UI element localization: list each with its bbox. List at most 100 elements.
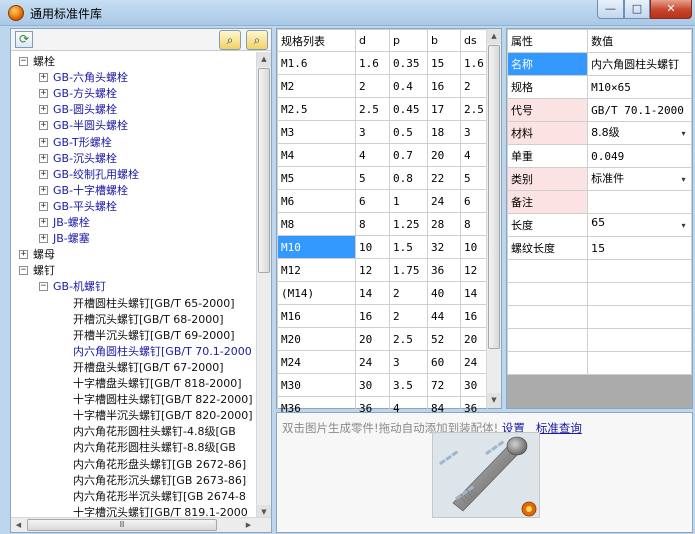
property-value[interactable]: 0.049 (587, 144, 692, 168)
standard-query-link[interactable]: 标准查询 (536, 421, 582, 435)
property-row[interactable] (506, 305, 692, 329)
spec-row[interactable]: M1.6 1.6 0.35 15 1.6 (277, 51, 488, 75)
tree-horizontal-scrollbar[interactable]: ◀ Ⅲ ▶ (11, 517, 271, 532)
spec-row[interactable]: M3 3 0.5 18 3 (277, 120, 488, 144)
expand-icon[interactable]: + (39, 89, 48, 99)
spec-name-cell[interactable]: M6 (277, 189, 356, 213)
property-row[interactable]: 规格 M10×65 (506, 75, 692, 99)
property-value[interactable] (587, 259, 692, 283)
spec-row[interactable]: M2 2 0.4 16 2 (277, 74, 488, 98)
scroll-right-icon[interactable]: ▶ (241, 518, 256, 532)
collapse-icon[interactable]: − (19, 57, 28, 66)
zoom-in-icon[interactable]: ⌕ (219, 30, 241, 50)
spec-name-cell[interactable]: M4 (277, 143, 356, 167)
scroll-up-icon[interactable]: ▲ (257, 52, 271, 67)
collapse-icon[interactable]: − (39, 282, 48, 292)
dropdown-arrow-icon[interactable]: ▾ (677, 169, 690, 189)
property-value[interactable]: ▾ 8.8级 (587, 121, 692, 145)
spec-name-cell[interactable]: M16 (277, 304, 356, 328)
spec-column-header[interactable]: p (389, 29, 428, 52)
property-value[interactable] (587, 305, 692, 329)
property-row[interactable] (506, 351, 692, 375)
property-row[interactable]: 类别 ▾ 标准件 (506, 167, 692, 191)
spec-column-header[interactable]: ds (460, 29, 488, 52)
minimize-button[interactable]: — (597, 0, 624, 19)
property-value[interactable] (587, 190, 692, 214)
spec-name-cell[interactable]: M3 (277, 120, 356, 144)
expand-icon[interactable]: + (39, 234, 48, 244)
property-value[interactable]: GB/T 70.1-2000 (587, 98, 692, 122)
property-row[interactable]: 单重 0.049 (506, 144, 692, 168)
property-row[interactable]: 备注 (506, 190, 692, 214)
dropdown-arrow-icon[interactable]: ▾ (677, 215, 690, 235)
expand-icon[interactable]: + (19, 250, 28, 260)
spec-name-cell[interactable]: M5 (277, 166, 356, 190)
close-button[interactable]: ✕ (650, 0, 692, 19)
spec-row[interactable]: M4 4 0.7 20 4 (277, 143, 488, 167)
spec-name-cell[interactable]: M2.5 (277, 97, 356, 121)
property-value[interactable] (587, 282, 692, 306)
property-row[interactable] (506, 282, 692, 306)
property-value[interactable]: 内六角圆柱头螺钉 (587, 52, 692, 76)
property-row[interactable] (506, 328, 692, 352)
spec-row[interactable]: M16 16 2 44 16 (277, 304, 488, 328)
property-row[interactable]: 材料 ▾ 8.8级 (506, 121, 692, 145)
spec-name-cell[interactable]: M8 (277, 212, 356, 236)
spec-row[interactable]: M8 8 1.25 28 8 (277, 212, 488, 236)
scroll-up-icon[interactable]: ▲ (487, 29, 501, 44)
property-value[interactable]: 15 (587, 236, 692, 260)
spec-row[interactable]: M5 5 0.8 22 5 (277, 166, 488, 190)
property-value[interactable] (587, 328, 692, 352)
spec-row[interactable]: M2.5 2.5 0.45 17 2.5 (277, 97, 488, 121)
spec-column-header[interactable]: b (427, 29, 461, 52)
expand-icon[interactable]: + (39, 137, 48, 147)
property-row[interactable]: 代号 GB/T 70.1-2000 (506, 98, 692, 122)
spec-row[interactable]: M10 10 1.5 32 10 (277, 235, 488, 259)
refresh-icon[interactable]: ⟳ (15, 31, 33, 48)
spec-column-header[interactable]: d (355, 29, 390, 52)
scroll-down-icon[interactable]: ▼ (487, 393, 501, 408)
dropdown-arrow-icon[interactable]: ▾ (677, 123, 690, 143)
expand-icon[interactable]: + (39, 121, 48, 131)
scroll-thumb[interactable] (488, 45, 500, 349)
maximize-button[interactable]: □ (624, 0, 650, 19)
property-value[interactable]: ▾ 65 (587, 213, 692, 237)
property-row[interactable]: 名称 内六角圆柱头螺钉 (506, 52, 692, 76)
spec-name-cell[interactable]: M12 (277, 258, 356, 282)
collapse-icon[interactable]: − (19, 266, 28, 276)
property-value[interactable]: M10×65 (587, 75, 692, 99)
spec-name-cell[interactable]: M30 (277, 373, 356, 397)
spec-name-cell[interactable]: M20 (277, 327, 356, 351)
expand-icon[interactable]: + (39, 73, 48, 83)
expand-icon[interactable]: + (39, 185, 48, 195)
scroll-left-icon[interactable]: ◀ (11, 518, 26, 532)
spec-name-cell[interactable]: M2 (277, 74, 356, 98)
bolt-preview-image[interactable]: ▬▬▬ ▬▬▬ ▬▬▬ (432, 432, 540, 518)
spec-column-header[interactable]: 规格列表 (277, 29, 356, 52)
expand-icon[interactable]: + (39, 169, 48, 179)
property-row[interactable]: 长度 ▾ 65 (506, 213, 692, 237)
spec-name-cell[interactable]: M24 (277, 350, 356, 374)
expand-icon[interactable]: + (39, 105, 48, 115)
h-scroll-thumb[interactable]: Ⅲ (27, 519, 217, 531)
expand-icon[interactable]: + (39, 153, 48, 163)
property-row[interactable]: 螺纹长度 15 (506, 236, 692, 260)
spec-name-cell[interactable]: M10 (277, 235, 356, 259)
expand-icon[interactable]: + (39, 201, 48, 211)
spec-row[interactable]: M20 20 2.5 52 20 (277, 327, 488, 351)
spec-vertical-scrollbar[interactable]: ▲ ▼ (486, 29, 501, 408)
zoom-out-icon[interactable]: ⌕ (246, 30, 268, 50)
spec-row[interactable]: (M14) 14 2 40 14 (277, 281, 488, 305)
expand-icon[interactable]: + (39, 218, 48, 227)
scroll-thumb[interactable] (258, 68, 270, 273)
property-row[interactable] (506, 259, 692, 283)
spec-name-cell[interactable]: M1.6 (277, 51, 356, 75)
spec-row[interactable]: M24 24 3 60 24 (277, 350, 488, 374)
spec-row[interactable]: M12 12 1.75 36 12 (277, 258, 488, 282)
spec-row[interactable]: M30 30 3.5 72 30 (277, 373, 488, 397)
property-value[interactable] (587, 351, 692, 375)
spec-name-cell[interactable]: (M14) (277, 281, 356, 305)
tree-vertical-scrollbar[interactable]: ▲ ▼ (256, 52, 271, 520)
property-value[interactable]: ▾ 标准件 (587, 167, 692, 191)
spec-row[interactable]: M6 6 1 24 6 (277, 189, 488, 213)
